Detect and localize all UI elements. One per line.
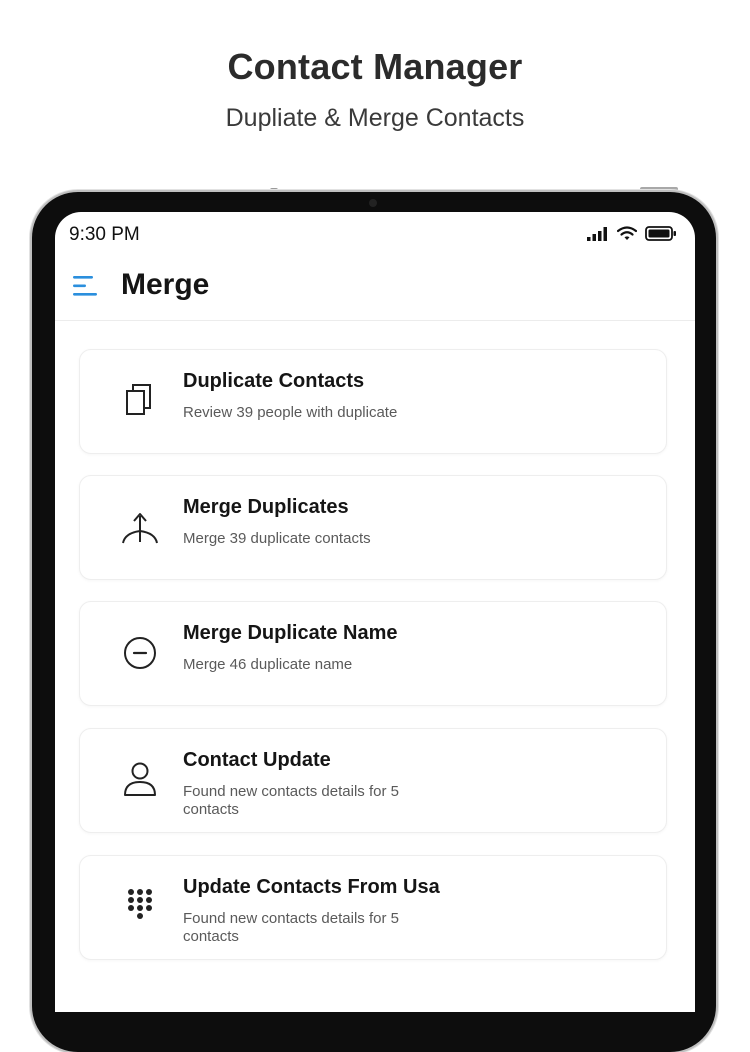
battery-icon (645, 226, 676, 241)
status-bar: 9:30 PM (55, 212, 695, 256)
signal-icon (587, 226, 607, 241)
dialpad-icon (128, 889, 152, 919)
status-time: 9:30 PM (69, 224, 140, 245)
card-subtitle: Found new contacts details for 5 contact… (183, 910, 399, 945)
card-subtitle: Merge 39 duplicate contacts (183, 530, 371, 547)
card-title: Contact Update (183, 749, 331, 771)
menu-icon[interactable] (73, 274, 99, 298)
promo-title: Contact Manager (227, 46, 523, 87)
minus-circle-icon (124, 637, 156, 669)
card-subtitle: Merge 46 duplicate name (183, 656, 353, 673)
duplicate-icon (126, 384, 151, 415)
card-merge-duplicates[interactable]: Merge Duplicates Merge 39 duplicate cont… (79, 475, 667, 580)
status-icons (587, 226, 677, 241)
app-bar: Merge (55, 256, 695, 321)
card-merge-duplicate-name[interactable]: Merge Duplicate Name Merge 46 duplicate … (79, 601, 667, 706)
front-camera (369, 199, 377, 207)
card-title: Update Contacts From Usa (183, 876, 440, 898)
app-screen: 9:30 PM Merge Duplicate Contacts Review … (55, 212, 695, 1012)
card-duplicate-contacts[interactable]: Duplicate Contacts Review 39 people with… (79, 349, 667, 454)
page-title: Merge (121, 268, 210, 301)
card-title: Duplicate Contacts (183, 370, 365, 392)
wifi-icon (617, 226, 637, 240)
card-contact-update[interactable]: Contact Update Found new contacts detail… (79, 728, 667, 833)
card-subtitle: Review 39 people with duplicate (183, 404, 398, 421)
person-icon (124, 762, 156, 796)
card-title: Merge Duplicate Name (183, 622, 398, 644)
card-update-contacts-from-usa[interactable]: Update Contacts From Usa Found new conta… (79, 855, 667, 960)
card-subtitle: Found new contacts details for 5 contact… (183, 783, 399, 818)
promo-subtitle: Dupliate & Merge Contacts (225, 104, 525, 132)
merge-icon (122, 513, 158, 544)
card-title: Merge Duplicates (183, 496, 349, 518)
